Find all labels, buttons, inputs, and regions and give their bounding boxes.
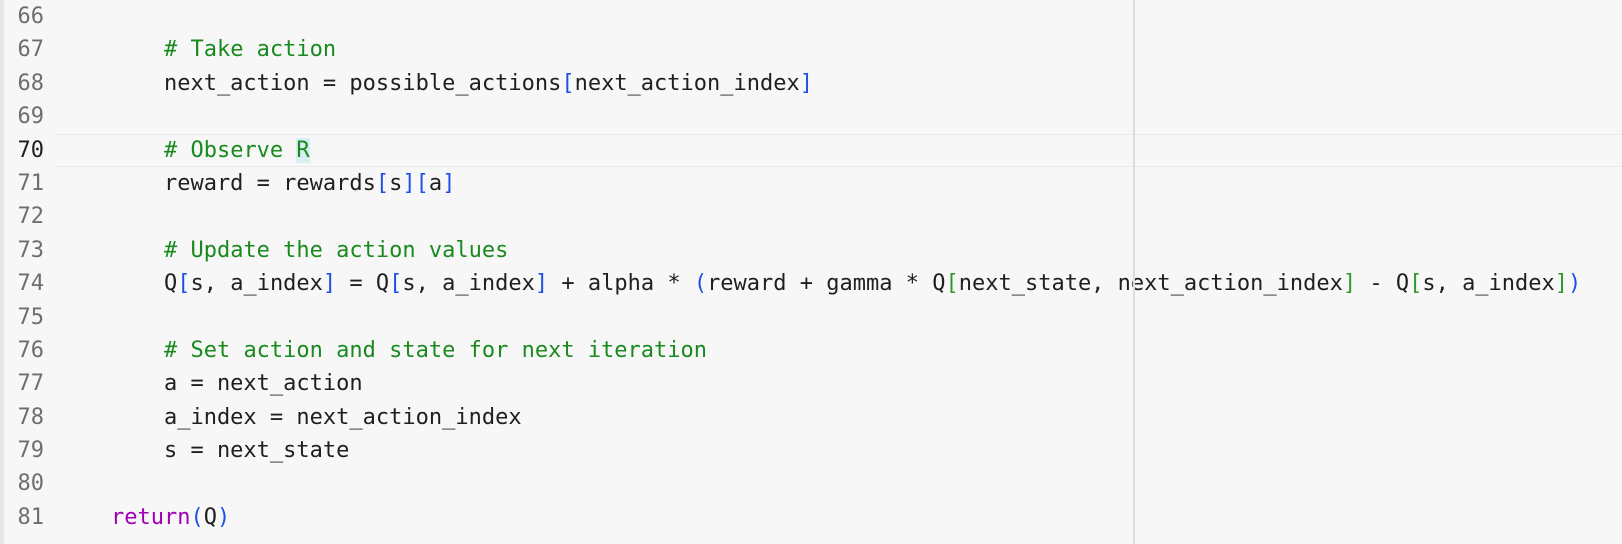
code-line[interactable]: 68 next_action = possible_actions[next_a… (0, 67, 1622, 100)
code-text: s = next_state (58, 438, 350, 464)
code-text: a = next_action (58, 371, 363, 397)
line-number: 78 (17, 404, 45, 430)
code-line[interactable]: 80 (0, 467, 1622, 500)
code-line[interactable]: 72 (0, 200, 1622, 233)
bracket: ] (442, 170, 456, 196)
line-code[interactable]: # Update the action values (58, 234, 508, 267)
bracket: [ (1409, 271, 1423, 297)
bracket: [ (945, 271, 959, 297)
line-code[interactable]: a_index = next_action_index (58, 401, 522, 434)
bracket: ) (1568, 271, 1582, 297)
line-code[interactable]: # Take action (58, 33, 336, 66)
code-text: s, a_index (190, 271, 323, 297)
code-editor[interactable]: 66 67 # Take action 68 next_action = possi… (0, 0, 1622, 544)
line-number: 67 (17, 37, 45, 63)
line-code[interactable]: s = next_state (58, 434, 349, 467)
code-keyword: return (110, 504, 191, 530)
code-line[interactable]: 66 (0, 0, 1622, 33)
code-text: = Q (336, 271, 390, 297)
code-text: reward + gamma * Q (707, 271, 946, 297)
line-number: 76 (17, 337, 45, 363)
code-line[interactable]: 79 s = next_state (0, 434, 1622, 467)
code-text: s, a_index (1422, 271, 1555, 297)
code-text: next_action = possible_actions (58, 70, 562, 96)
line-number: 70 (17, 137, 45, 163)
code-line[interactable]: 81 return(Q) (0, 501, 1622, 534)
bracket: [ (177, 271, 191, 297)
bracket: ] (1554, 271, 1569, 297)
bracket: ( (190, 504, 204, 530)
bracket: ) (216, 504, 231, 530)
code-lines[interactable]: 66 67 # Take action 68 next_action = possi… (0, 0, 1622, 534)
code-text: a_index = next_action_index (58, 404, 522, 430)
bracket: ( (693, 271, 708, 297)
code-text: s (389, 170, 403, 196)
line-number: 69 (17, 104, 45, 130)
line-number: 80 (17, 471, 45, 497)
bracket: [ (389, 271, 403, 297)
code-line[interactable]: 76 # Set action and state for next itera… (0, 334, 1622, 367)
code-text: next_action_index (574, 70, 800, 96)
line-number: 81 (17, 504, 45, 530)
code-text: next_state, next_action_index (958, 271, 1343, 297)
line-number: 72 (17, 204, 45, 230)
code-text: Q (203, 504, 217, 530)
line-code[interactable]: reward = rewards[s][a] (58, 167, 455, 200)
line-number: 74 (17, 271, 45, 297)
code-line[interactable]: 75 (0, 301, 1622, 334)
line-code[interactable]: # Set action and state for next iteratio… (58, 334, 707, 367)
code-text: a (428, 170, 443, 196)
bracket: ][ (402, 170, 429, 196)
line-code[interactable]: Q[s, a_index] = Q[s, a_index] + alpha * … (58, 267, 1581, 300)
code-text: Q (58, 271, 178, 297)
selected-text: R (296, 137, 310, 163)
line-number: 77 (17, 371, 45, 397)
line-number: 73 (17, 237, 45, 263)
code-text: s, a_index (402, 271, 535, 297)
code-line-current[interactable]: 70 # Observe R (0, 133, 1622, 168)
line-number: 66 (17, 4, 45, 29)
code-comment: # Update the action values (163, 237, 509, 263)
line-number: 79 (17, 438, 45, 464)
line-number: 71 (17, 170, 45, 196)
code-comment: # Take action (163, 37, 337, 63)
code-line[interactable]: 69 (0, 100, 1622, 133)
code-line[interactable]: 71 reward = rewards[s][a] (0, 167, 1622, 200)
code-comment: # Observe (163, 137, 297, 163)
code-comment: # Set action and state for next iteratio… (163, 337, 708, 363)
line-code[interactable]: next_action = possible_actions[next_acti… (58, 67, 813, 100)
code-line[interactable]: 67 # Take action (0, 33, 1622, 66)
line-code[interactable]: a = next_action (58, 367, 363, 400)
bracket: ] (322, 271, 337, 297)
bracket: [ (375, 170, 390, 196)
code-text: + alpha * (548, 271, 694, 297)
bracket: [ (561, 70, 575, 96)
bracket: ] (534, 271, 549, 297)
code-line[interactable]: 78 a_index = next_action_index (0, 401, 1622, 434)
bracket: ] (1342, 271, 1357, 297)
code-text: reward = rewards (58, 170, 376, 196)
bracket: ] (799, 70, 813, 96)
line-code[interactable]: return(Q) (58, 501, 230, 534)
code-line[interactable]: 77 a = next_action (0, 367, 1622, 400)
code-text: - Q (1356, 271, 1410, 297)
line-number: 68 (17, 70, 45, 96)
code-line[interactable]: 74 Q[s, a_index] = Q[s, a_index] + alpha… (0, 267, 1622, 300)
line-code[interactable]: # Observe R (58, 134, 310, 167)
code-line[interactable]: 73 # Update the action values (0, 234, 1622, 267)
column-ruler (1133, 0, 1135, 544)
line-number: 75 (17, 304, 45, 330)
